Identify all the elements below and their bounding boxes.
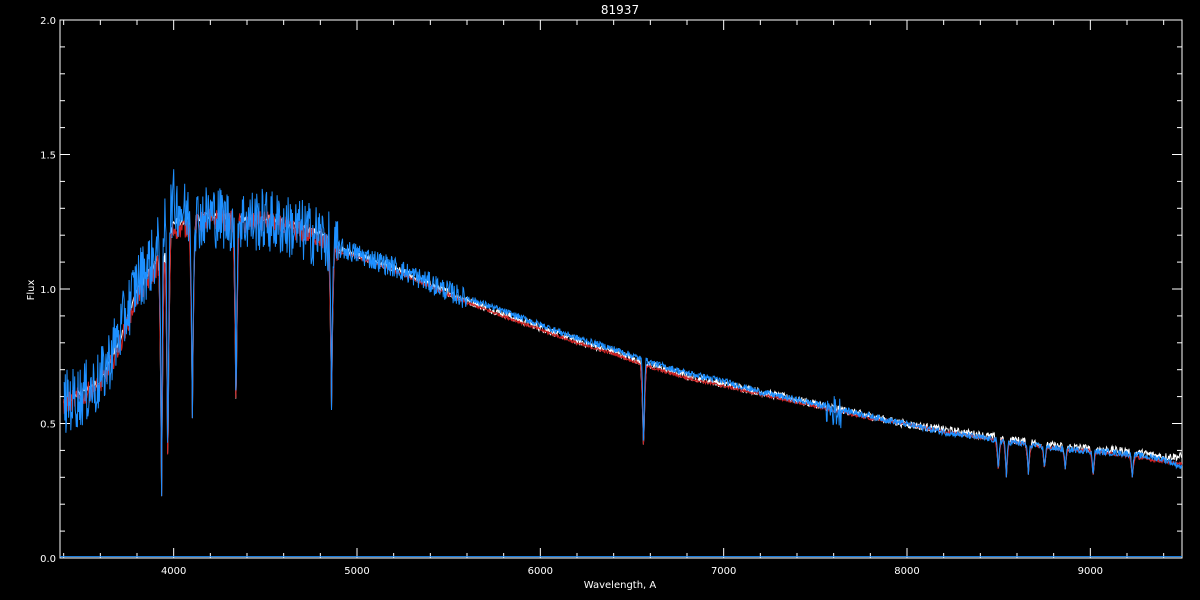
y-tick-label: 2.0 <box>40 16 56 27</box>
x-tick-label: 6000 <box>528 566 553 577</box>
y-tick-label: 0.5 <box>40 420 56 431</box>
axis-ticks: 4000 5000 6000 7000 8000 9000 0.0 0.5 1.0 1.5 2.0 <box>40 16 1182 577</box>
x-tick-label: 9000 <box>1078 566 1103 577</box>
series-layer <box>60 169 1183 558</box>
y-tick-label: 1.0 <box>40 285 56 296</box>
x-tick-label: 7000 <box>711 566 736 577</box>
x-tick-label: 8000 <box>894 566 919 577</box>
x-tick-label: 4000 <box>161 566 186 577</box>
plot-frame <box>59 19 1183 559</box>
y-tick-label: 0.0 <box>40 554 56 565</box>
x-tick-label: 5000 <box>344 566 369 577</box>
y-tick-label: 1.5 <box>40 151 56 162</box>
x-axis-label: Wavelength, A <box>584 580 657 591</box>
spectrum-chart: 81937 Wavelength, A Flux 4000 5000 6000 700… <box>26 3 1183 591</box>
chart-title: 81937 <box>601 3 639 17</box>
y-axis-label: Flux <box>26 280 37 301</box>
